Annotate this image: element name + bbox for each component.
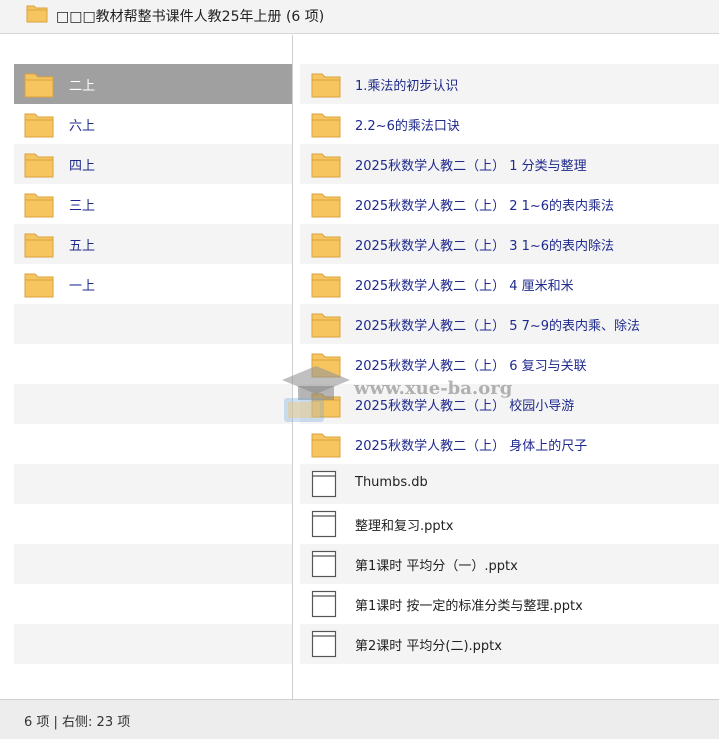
folder-row[interactable]: 2025秋数学人教二（上） 2 1~6的表内乘法 <box>300 184 719 224</box>
folder-item-五上[interactable]: 五上 <box>14 224 292 264</box>
folder-name: 2025秋数学人教二（上） 3 1~6的表内除法 <box>355 239 615 254</box>
folder-icon <box>24 110 54 142</box>
folder-icon <box>311 310 341 342</box>
folder-row[interactable]: 2025秋数学人教二（上） 3 1~6的表内除法 <box>300 224 719 264</box>
folder-icon <box>24 70 54 102</box>
file-name: 第2课时 平均分(二).pptx <box>355 639 502 654</box>
file-name: 整理和复习.pptx <box>355 519 454 534</box>
folder-item-二上[interactable]: 二上 <box>14 64 292 104</box>
folder-label: 三上 <box>69 199 96 214</box>
left-folder-pane: 二上六上四上三上五上一上 <box>14 64 292 704</box>
file-row[interactable]: 第1课时 按一定的标准分类与整理.pptx <box>300 584 719 624</box>
folder-icon <box>311 110 341 142</box>
folder-icon <box>311 390 341 422</box>
file-row[interactable]: 整理和复习.pptx <box>300 504 719 544</box>
status-bar: 6 项 | 右侧: 23 项 <box>0 699 719 739</box>
folder-row[interactable]: 2025秋数学人教二（上） 身体上的尺子 <box>300 424 719 464</box>
folder-label: 二上 <box>69 79 96 94</box>
folder-row[interactable]: 2025秋数学人教二（上） 5 7~9的表内乘、除法 <box>300 304 719 344</box>
empty-row <box>14 464 292 504</box>
folder-icon <box>311 70 341 102</box>
folder-row[interactable]: 2025秋数学人教二（上） 4 厘米和米 <box>300 264 719 304</box>
file-name: 第1课时 平均分（一）.pptx <box>355 559 518 574</box>
empty-row <box>14 624 292 664</box>
folder-icon <box>24 230 54 262</box>
folder-name: 1.乘法的初步认识 <box>355 79 459 94</box>
folder-name: 2025秋数学人教二（上） 5 7~9的表内乘、除法 <box>355 319 641 334</box>
folder-name: 2025秋数学人教二（上） 4 厘米和米 <box>355 279 574 294</box>
file-name: 第1课时 按一定的标准分类与整理.pptx <box>355 599 583 614</box>
file-icon <box>311 550 337 582</box>
folder-name: 2025秋数学人教二（上） 2 1~6的表内乘法 <box>355 199 615 214</box>
folder-label: 五上 <box>69 239 96 254</box>
folder-icon <box>311 150 341 182</box>
folder-icon <box>311 430 341 462</box>
folder-label: 四上 <box>69 159 96 174</box>
right-file-pane: 1.乘法的初步认识 2.2~6的乘法口诀 2025秋数学人教二（上） 1 分类与整理… <box>300 64 719 704</box>
folder-row[interactable]: 2025秋数学人教二（上） 6 复习与关联 <box>300 344 719 384</box>
window-title: □□□教材帮整书课件人教25年上册 (6 项) <box>56 9 325 25</box>
folder-item-六上[interactable]: 六上 <box>14 104 292 144</box>
empty-row <box>14 544 292 584</box>
folder-icon <box>311 270 341 302</box>
folder-row[interactable]: 2025秋数学人教二（上） 1 分类与整理 <box>300 144 719 184</box>
empty-row <box>14 584 292 624</box>
folder-name: 2.2~6的乘法口诀 <box>355 119 460 134</box>
empty-row <box>14 664 292 704</box>
file-row[interactable]: 第1课时 平均分（一）.pptx <box>300 544 719 584</box>
folder-row[interactable]: 1.乘法的初步认识 <box>300 64 719 104</box>
folder-icon <box>24 150 54 182</box>
folder-item-三上[interactable]: 三上 <box>14 184 292 224</box>
empty-row <box>14 424 292 464</box>
file-row[interactable]: 第2课时 平均分(二).pptx <box>300 624 719 664</box>
folder-icon <box>311 350 341 382</box>
file-icon <box>311 470 337 502</box>
folder-row[interactable]: 2025秋数学人教二（上） 校园小导游 <box>300 384 719 424</box>
folder-icon <box>24 190 54 222</box>
folder-item-一上[interactable]: 一上 <box>14 264 292 304</box>
folder-icon <box>24 270 54 302</box>
status-text: 6 项 | 右侧: 23 项 <box>24 715 131 730</box>
folder-label: 六上 <box>69 119 96 134</box>
empty-row <box>14 504 292 544</box>
folder-icon <box>311 190 341 222</box>
folder-name: 2025秋数学人教二（上） 6 复习与关联 <box>355 359 587 374</box>
file-icon <box>311 630 337 662</box>
folder-row[interactable]: 2.2~6的乘法口诀 <box>300 104 719 144</box>
folder-name: 2025秋数学人教二（上） 身体上的尺子 <box>355 439 588 454</box>
empty-row <box>14 384 292 424</box>
folder-item-四上[interactable]: 四上 <box>14 144 292 184</box>
file-icon <box>311 590 337 622</box>
file-icon <box>311 510 337 542</box>
folder-name: 2025秋数学人教二（上） 校园小导游 <box>355 399 575 414</box>
file-name: Thumbs.db <box>355 475 428 490</box>
empty-row <box>14 304 292 344</box>
folder-label: 一上 <box>69 279 96 294</box>
empty-row <box>300 664 719 704</box>
empty-row <box>14 344 292 384</box>
title-bar: □□□教材帮整书课件人教25年上册 (6 项) <box>0 0 719 34</box>
file-row[interactable]: Thumbs.db <box>300 464 719 504</box>
folder-icon <box>26 3 48 27</box>
folder-name: 2025秋数学人教二（上） 1 分类与整理 <box>355 159 587 174</box>
folder-icon <box>311 230 341 262</box>
pane-divider[interactable] <box>292 35 293 699</box>
